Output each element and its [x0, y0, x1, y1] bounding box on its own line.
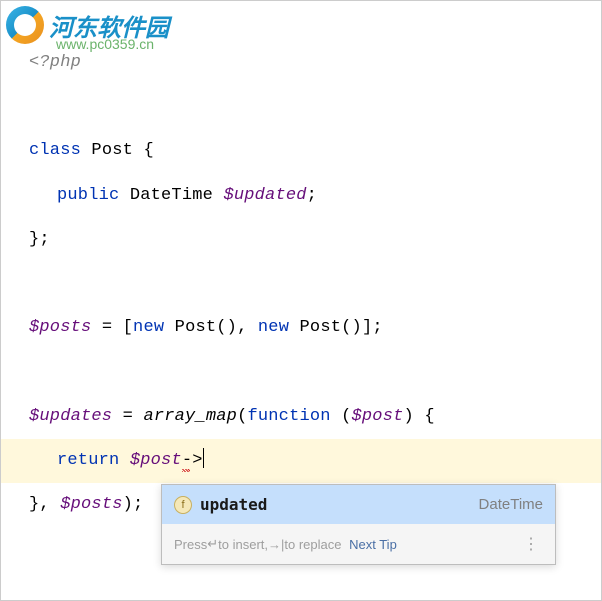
code-line-empty — [29, 85, 586, 129]
code-line: $updates = array_map(function ($post) { — [29, 395, 586, 439]
field-icon: f — [174, 496, 192, 514]
code-line: public DateTime $updated; — [29, 174, 586, 218]
code-line: $posts = [new Post(), new Post()]; — [29, 306, 586, 350]
autocomplete-item[interactable]: f updated DateTime — [162, 485, 555, 524]
autocomplete-popup: f updated DateTime Press ↵ to insert, →|… — [161, 484, 556, 565]
next-tip-link[interactable]: Next Tip — [349, 537, 397, 552]
code-line-empty — [29, 262, 586, 306]
code-line-active: return $post-> — [1, 439, 601, 483]
tab-key-icon: →| — [268, 537, 284, 552]
enter-key-icon: ↵ — [207, 536, 218, 552]
watermark-url: www.pc0359.cn — [56, 36, 154, 52]
autocomplete-item-name: updated — [200, 495, 267, 514]
kebab-menu-icon[interactable]: ⋮ — [519, 534, 543, 554]
code-line-empty — [29, 350, 586, 394]
code-line: class Post { — [29, 129, 586, 173]
code-editor[interactable]: <?php class Post { public DateTime $upda… — [1, 1, 601, 542]
code-line: }; — [29, 218, 586, 262]
text-cursor — [203, 448, 204, 468]
autocomplete-item-type: DateTime — [479, 496, 543, 513]
autocomplete-hint: Press ↵ to insert, →| to replace Next Ti… — [162, 524, 555, 564]
logo-icon — [6, 6, 44, 44]
